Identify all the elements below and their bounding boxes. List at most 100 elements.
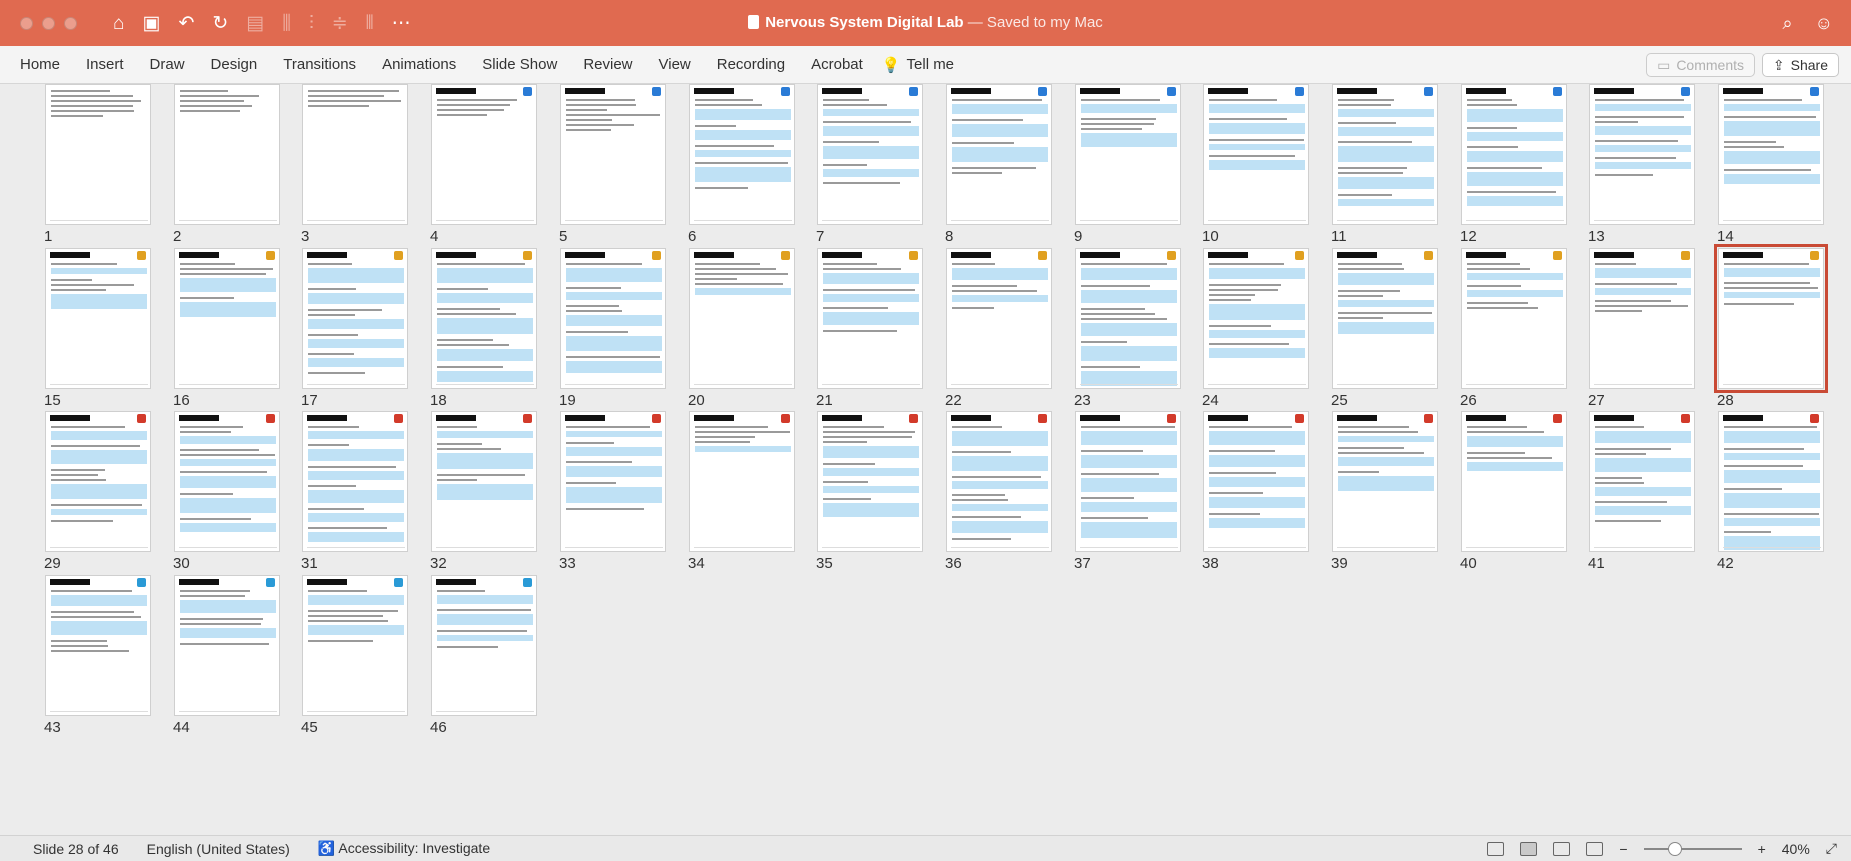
- tab-home[interactable]: Home: [20, 56, 73, 73]
- group-icon[interactable]: ⫴: [366, 14, 374, 33]
- zoom-out-button[interactable]: −: [1619, 841, 1627, 857]
- slide-thumbnail[interactable]: [1461, 411, 1567, 552]
- slide-thumbnail[interactable]: [689, 248, 795, 389]
- search-icon[interactable]: ⌕: [1783, 13, 1793, 34]
- align-icon[interactable]: ⫼: [282, 14, 291, 33]
- tab-recording[interactable]: Recording: [704, 56, 798, 73]
- normal-view-icon[interactable]: [1487, 841, 1505, 856]
- comments-button[interactable]: ▭ Comments: [1646, 53, 1755, 77]
- slide-thumbnail[interactable]: [1589, 84, 1695, 225]
- slide-thumbnail[interactable]: [817, 84, 923, 225]
- slide-header-bar: [822, 252, 862, 258]
- close-window-button[interactable]: [20, 16, 33, 30]
- slide-thumbnail[interactable]: [1075, 248, 1181, 389]
- slide-answer-box: [1724, 493, 1820, 508]
- slide-thumbnail[interactable]: [174, 575, 280, 716]
- slide-thumbnail[interactable]: [560, 84, 666, 225]
- slide-text-line: [695, 187, 748, 189]
- slide-thumbnail[interactable]: [302, 575, 408, 716]
- slide-header-bar: [1337, 252, 1377, 258]
- slide-corner-icon: [523, 251, 532, 260]
- fit-to-window-icon[interactable]: ⤢: [1826, 840, 1837, 857]
- slide-thumbnail[interactable]: [1075, 84, 1181, 225]
- tab-transitions[interactable]: Transitions: [270, 56, 369, 73]
- distribute-icon[interactable]: ⫶: [309, 14, 314, 33]
- slide-thumbnail[interactable]: [431, 248, 537, 389]
- slide-thumbnail[interactable]: [431, 84, 537, 225]
- slide-thumbnail[interactable]: [1332, 84, 1438, 225]
- slide-thumbnail[interactable]: [1203, 248, 1309, 389]
- zoom-slider[interactable]: [1643, 841, 1742, 856]
- undo-icon[interactable]: ↶: [178, 14, 194, 33]
- home-icon[interactable]: ⌂: [113, 14, 124, 33]
- slide-thumbnail[interactable]: [174, 248, 280, 389]
- slide-thumbnail[interactable]: [1589, 248, 1695, 389]
- slide-thumbnail[interactable]: [174, 84, 280, 225]
- slide-thumbnail[interactable]: [174, 411, 280, 552]
- slide-thumbnail[interactable]: [45, 411, 151, 552]
- tab-insert[interactable]: Insert: [73, 56, 137, 73]
- slide-thumbnail[interactable]: [689, 84, 795, 225]
- slide-thumbnail[interactable]: [45, 575, 151, 716]
- slide-header-bar: [694, 88, 734, 94]
- tab-slide-show[interactable]: Slide Show: [469, 56, 570, 73]
- save-icon[interactable]: ▣: [142, 14, 160, 33]
- slide-answer-box: [437, 431, 533, 438]
- zoom-level[interactable]: 40%: [1782, 841, 1810, 857]
- tab-acrobat[interactable]: Acrobat: [798, 56, 876, 73]
- slide-thumbnail[interactable]: [302, 411, 408, 552]
- tell-me-search[interactable]: 💡 Tell me: [882, 56, 954, 74]
- slide-thumbnail[interactable]: [1332, 411, 1438, 552]
- slide-thumbnail[interactable]: [1203, 411, 1309, 552]
- slide-thumbnail[interactable]: [45, 248, 151, 389]
- accessibility-checker[interactable]: ♿ Accessibility: Investigate: [318, 840, 490, 857]
- slide-thumbnail[interactable]: [1718, 84, 1824, 225]
- slide-header-bar: [822, 415, 862, 421]
- slide-thumbnail[interactable]: [817, 248, 923, 389]
- slide-thumbnail[interactable]: [689, 411, 795, 552]
- slide-thumbnail[interactable]: [1075, 411, 1181, 552]
- slide-thumbnail[interactable]: [1714, 244, 1828, 393]
- slide-thumbnail[interactable]: [431, 411, 537, 552]
- tab-view[interactable]: View: [646, 56, 704, 73]
- slide-thumbnail[interactable]: [1718, 411, 1824, 552]
- slide-sorter-view-icon[interactable]: [1520, 841, 1538, 856]
- slide-thumbnail[interactable]: [560, 411, 666, 552]
- slide-thumbnail[interactable]: [560, 248, 666, 389]
- slide-answer-box: [1595, 126, 1691, 135]
- slide-thumbnail[interactable]: [946, 411, 1052, 552]
- arrange-icon[interactable]: ≑: [332, 14, 348, 33]
- zoom-in-button[interactable]: +: [1758, 841, 1766, 857]
- slide-thumbnail[interactable]: [946, 84, 1052, 225]
- slide-sorter[interactable]: 1 2 3 4 5 6 7 8 9 10 11 12 13 14 15 16 17 18 19 20 21 22 23 24 2…: [0, 84, 1851, 835]
- tab-draw[interactable]: Draw: [137, 56, 198, 73]
- more-tools-icon[interactable]: ⋯: [392, 14, 411, 33]
- slide-text-line: [695, 104, 762, 106]
- format-painter-icon[interactable]: ▤: [246, 14, 264, 33]
- slide-thumbnail[interactable]: [1332, 248, 1438, 389]
- slide-text-line: [1338, 447, 1404, 449]
- slide-thumbnail[interactable]: [1461, 248, 1567, 389]
- redo-icon[interactable]: ↻: [212, 14, 228, 33]
- slide-thumbnail[interactable]: [45, 84, 151, 225]
- slide-thumbnail[interactable]: [946, 248, 1052, 389]
- slide-thumbnail[interactable]: [302, 84, 408, 225]
- minimize-window-button[interactable]: [42, 16, 55, 30]
- slide-show-view-icon[interactable]: [1586, 841, 1604, 856]
- slide-thumbnail[interactable]: [431, 575, 537, 716]
- tab-design[interactable]: Design: [198, 56, 271, 73]
- slide-text-line: [1595, 174, 1653, 176]
- reading-view-icon[interactable]: [1553, 841, 1571, 856]
- slide-thumbnail[interactable]: [1589, 411, 1695, 552]
- slide-thumbnail[interactable]: [302, 248, 408, 389]
- slide-thumbnail[interactable]: [1461, 84, 1567, 225]
- zoom-window-button[interactable]: [64, 16, 77, 30]
- slide-thumbnail[interactable]: [1203, 84, 1309, 225]
- account-icon[interactable]: ☺: [1815, 13, 1833, 34]
- tab-animations[interactable]: Animations: [369, 56, 469, 73]
- slide-thumbnail[interactable]: [817, 411, 923, 552]
- share-button[interactable]: ⇪ Share: [1761, 53, 1839, 77]
- language-indicator[interactable]: English (United States): [147, 841, 290, 857]
- tab-review[interactable]: Review: [570, 56, 645, 73]
- zoom-slider-knob[interactable]: [1667, 841, 1682, 856]
